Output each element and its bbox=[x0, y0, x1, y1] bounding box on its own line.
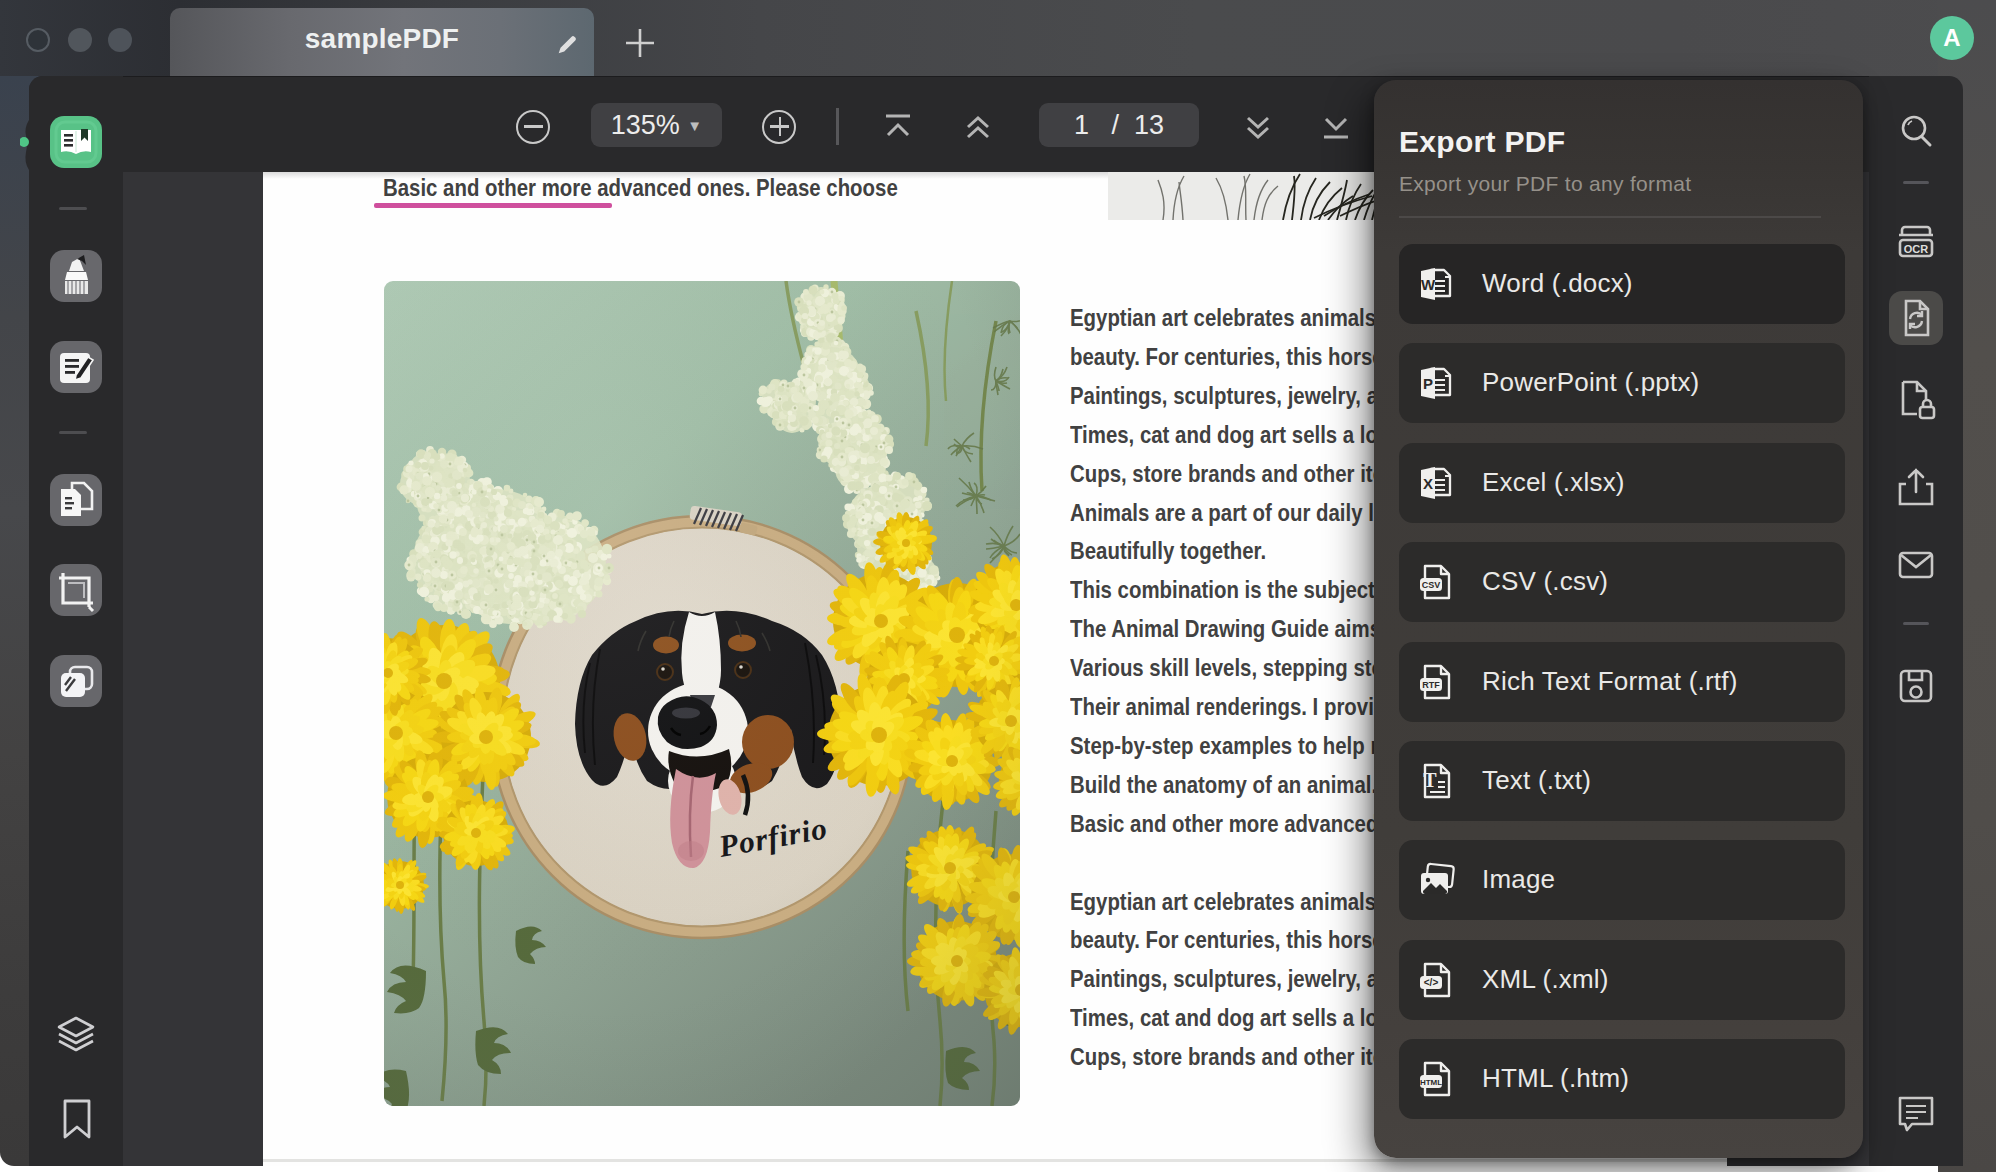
svg-text:X: X bbox=[1423, 475, 1433, 492]
svg-text:HTML: HTML bbox=[1420, 1078, 1442, 1087]
svg-text:</>: </> bbox=[1424, 977, 1439, 988]
svg-text:OCR: OCR bbox=[1904, 243, 1929, 255]
svg-text:T: T bbox=[1423, 769, 1437, 791]
svg-text:P: P bbox=[1423, 375, 1433, 392]
svg-text:CSV: CSV bbox=[1422, 580, 1441, 590]
svg-text:W: W bbox=[1421, 276, 1436, 293]
svg-text:RTF: RTF bbox=[1422, 680, 1440, 690]
